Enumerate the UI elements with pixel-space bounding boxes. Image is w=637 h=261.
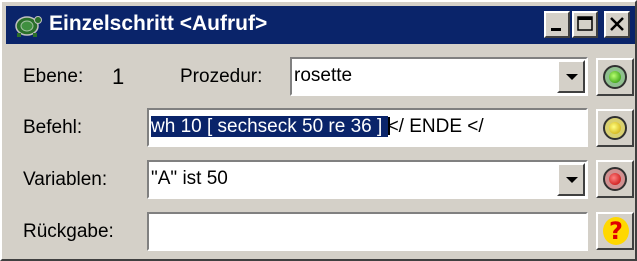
help-button[interactable]: ? [596, 212, 634, 250]
befehl-label: Befehl: [23, 117, 83, 138]
variablen-dropdown-button[interactable] [557, 163, 585, 196]
chevron-down-icon [566, 74, 578, 80]
turtle-icon [12, 10, 42, 40]
befehl-rest-text: </ ENDE </ [387, 116, 484, 137]
prozedur-select[interactable]: rosette [290, 57, 588, 96]
rueckgabe-input[interactable] [147, 212, 588, 251]
variablen-select[interactable]: "A" ist 50 [147, 160, 588, 199]
variablen-label: Variablen: [23, 169, 108, 190]
window: Einzelschritt <Aufruf> Ebene: 1 Prozedur… [0, 0, 637, 261]
prozedur-label: Prozedur: [180, 66, 263, 87]
befehl-text: wh 10 [ sechseck 50 re 36 ] </ ENDE </ [151, 116, 484, 138]
stop-button[interactable] [596, 160, 634, 198]
green-light-icon [603, 65, 627, 89]
maximize-button[interactable] [572, 11, 598, 38]
chevron-down-icon [566, 177, 578, 183]
prozedur-dropdown-button[interactable] [557, 60, 585, 93]
befehl-input[interactable]: wh 10 [ sechseck 50 re 36 ] </ ENDE </ [147, 108, 588, 147]
befehl-selected-text: wh 10 [ sechseck 50 re 36 ] [151, 116, 388, 137]
variablen-value: "A" ist 50 [151, 168, 228, 189]
yellow-light-icon [603, 116, 627, 140]
maximize-icon [577, 16, 593, 31]
close-icon [610, 17, 624, 31]
step-button[interactable] [596, 109, 634, 147]
minimize-button[interactable] [544, 11, 570, 38]
title-bar[interactable]: Einzelschritt <Aufruf> [6, 6, 635, 44]
help-icon: ? [603, 217, 629, 245]
ebene-value: 1 [112, 64, 125, 89]
run-button[interactable] [596, 58, 634, 96]
prozedur-value: rosette [294, 65, 353, 86]
rueckgabe-label: Rückgabe: [23, 221, 114, 242]
red-light-icon [603, 167, 627, 191]
close-button[interactable] [604, 11, 630, 38]
ebene-label: Ebene: [23, 66, 84, 87]
minimize-icon [551, 28, 561, 31]
window-title: Einzelschritt <Aufruf> [49, 12, 268, 35]
